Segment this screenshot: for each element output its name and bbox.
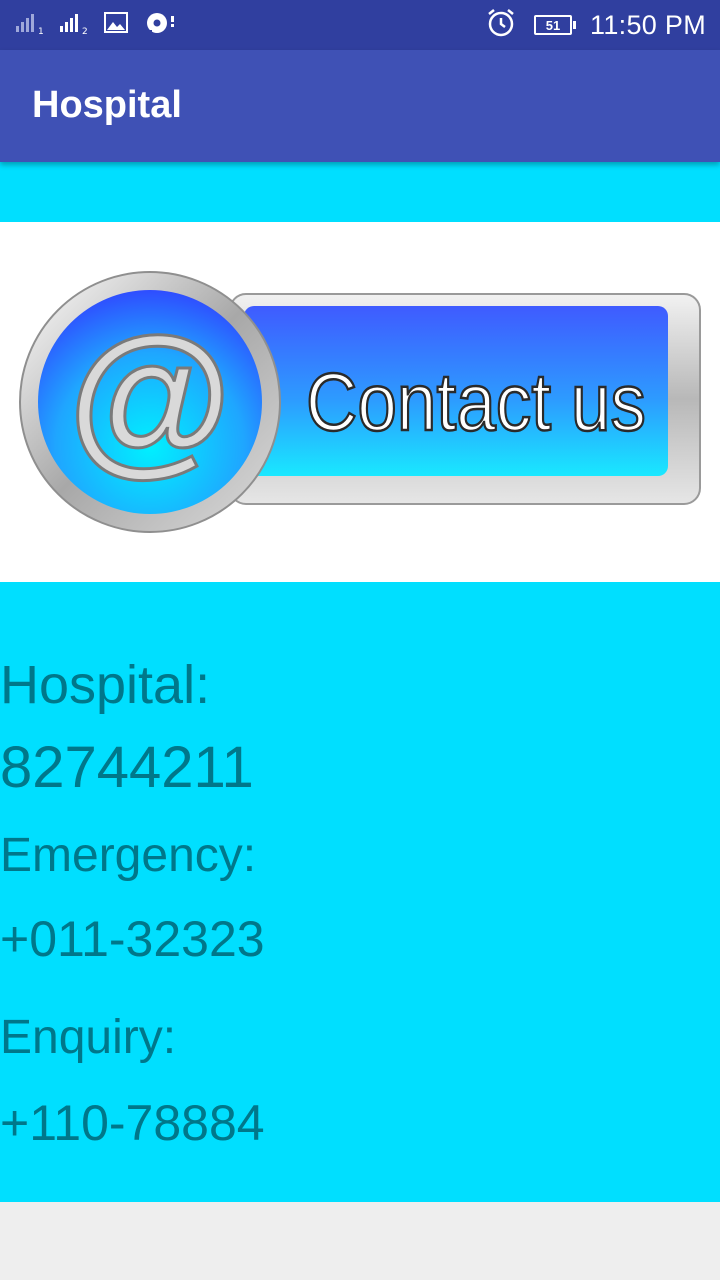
content-area: @ Contact us Hospital: 82744211 Emergenc…: [0, 162, 720, 1202]
bottom-blank-area: [0, 1202, 720, 1280]
status-bar: 1 2 51 11:50 PM: [0, 0, 720, 50]
battery-level: 51: [545, 17, 561, 33]
status-left-icons: 1 2: [16, 10, 178, 40]
emergency-number: +011-32323: [0, 911, 265, 967]
svg-text:1: 1: [38, 27, 44, 34]
at-symbol: @: [68, 302, 232, 490]
contact-us-image: @ Contact us: [19, 271, 701, 533]
app-bar: Hospital: [0, 50, 720, 162]
signal-sim2-icon: 2: [60, 12, 90, 39]
sync-icon: [144, 10, 178, 41]
contact-us-label: Contact us: [306, 357, 646, 448]
enquiry-number: +110-78884: [0, 1095, 265, 1151]
hospital-label: Hospital:: [0, 655, 211, 715]
enquiry-label: Enquiry:: [0, 1011, 177, 1064]
hospital-number: 82744211: [0, 735, 254, 800]
svg-text:2: 2: [82, 27, 88, 34]
alarm-icon: [486, 8, 516, 43]
status-right-icons: 51 11:50 PM: [486, 0, 706, 50]
status-time: 11:50 PM: [590, 9, 706, 40]
battery-icon: 51: [534, 15, 577, 35]
contact-us-banner: @ Contact us: [0, 222, 720, 582]
signal-sim1-icon: 1: [16, 12, 46, 39]
page-title: Hospital: [32, 84, 182, 126]
image-icon: [104, 11, 130, 39]
emergency-label: Emergency:: [0, 829, 257, 882]
